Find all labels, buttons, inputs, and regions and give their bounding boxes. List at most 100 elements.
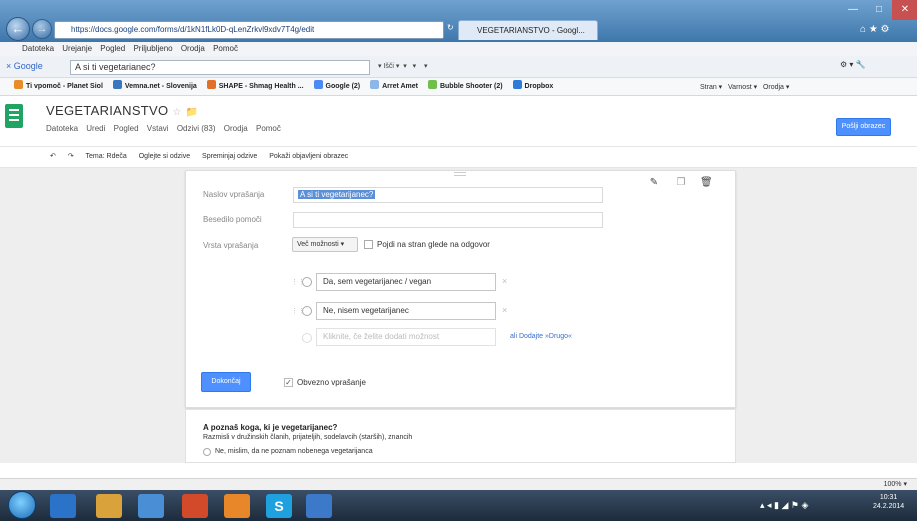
clock-time: 10:31	[879, 494, 898, 501]
google-toolbar: × Google A si ti vegetarianec? ▾ Išči ▾ …	[0, 56, 917, 78]
favorite-link[interactable]: Dropbox	[512, 80, 553, 90]
tools-menu[interactable]: Orodja	[763, 84, 784, 91]
skype-icon[interactable]: S	[266, 494, 292, 518]
status-bar: 100% ▾	[0, 478, 917, 490]
favorite-link[interactable]: Vemna.net - Slovenija	[112, 80, 197, 90]
next-question-title: A poznaš koga, ki je vegetarijanec?	[203, 423, 338, 432]
site-icon	[370, 80, 380, 89]
media-player-icon[interactable]	[138, 494, 164, 518]
star-icon[interactable]: ☆	[172, 107, 181, 118]
remove-option-icon[interactable]: ×	[502, 305, 507, 315]
send-form-button[interactable]: Pošlji obrazec	[836, 118, 891, 136]
home-icon[interactable]: ⌂ ★ ⚙	[860, 24, 890, 35]
add-option-input[interactable]: Kliknite, če želite dodati možnost	[316, 328, 496, 346]
folder-icon[interactable]: 📁	[186, 107, 199, 118]
google-logo: × Google	[6, 61, 43, 71]
site-icon	[206, 80, 216, 89]
powerpoint-icon[interactable]	[182, 494, 208, 518]
maximize-icon[interactable]: □	[866, 0, 892, 20]
internet-explorer-icon[interactable]	[50, 494, 76, 518]
pencil-icon[interactable]: ✎	[648, 177, 660, 189]
question-type-label: Vrsta vprašanja	[203, 241, 259, 250]
required-checkbox[interactable]: ✓	[284, 378, 293, 387]
next-question-option: Ne, mislim, da ne poznam nobenega vegeta…	[215, 448, 373, 455]
copy-icon[interactable]: ❐	[675, 177, 687, 189]
trash-icon[interactable]: 🗑	[700, 177, 713, 189]
refresh-icon[interactable]: ↻	[447, 23, 454, 32]
question-title-input[interactable]: A si ti vegetarijanec?	[293, 187, 603, 203]
docs-menu-tools[interactable]: Orodja	[224, 124, 248, 133]
docs-menu-edit[interactable]: Uredi	[86, 124, 105, 133]
option-radio	[302, 333, 312, 343]
star-icon	[14, 80, 23, 89]
dropbox-icon	[512, 80, 522, 89]
theme-button[interactable]: Tema: Rdeča	[86, 153, 127, 160]
favorite-link[interactable]: Bubble Shooter (2)	[427, 80, 503, 90]
undo-icon[interactable]: ↶	[50, 153, 56, 160]
safety-menu[interactable]: Varnost	[728, 84, 752, 91]
menu-item-tools[interactable]: Orodja	[181, 44, 205, 53]
docs-menu-file[interactable]: Datoteka	[46, 124, 78, 133]
browser-menu-bar: Datoteka Urejanje Pogled Priljubljeno Or…	[0, 42, 917, 56]
question-title-label: Naslov vprašanja	[203, 190, 265, 199]
page-navigation-checkbox[interactable]	[364, 240, 373, 249]
document-title-text: VEGETARIANSTVO	[46, 103, 169, 118]
toolbar-settings-icon[interactable]: ⚙ ▾ 🔧	[840, 60, 866, 69]
command-bar: Stran ▾ Varnost ▾ Orodja ▾	[700, 84, 790, 91]
page-menu[interactable]: Stran	[700, 84, 717, 91]
menu-item-favorites[interactable]: Priljubljeno	[133, 44, 172, 53]
docs-menu-view[interactable]: Pogled	[114, 124, 139, 133]
page-navigation-label: Pojdi na stran glede na odgovor	[377, 240, 490, 249]
google-icon	[313, 80, 323, 89]
redo-icon[interactable]: ↷	[68, 153, 74, 160]
menu-item-file[interactable]: Datoteka	[22, 44, 54, 53]
menu-item-view[interactable]: Pogled	[100, 44, 125, 53]
docs-menu-responses[interactable]: Odzivi (83)	[177, 124, 216, 133]
docs-menu-insert[interactable]: Vstavi	[147, 124, 169, 133]
minimize-icon[interactable]: —	[840, 0, 866, 20]
firefox-icon[interactable]	[224, 494, 250, 518]
start-button[interactable]	[8, 491, 36, 519]
favorite-link[interactable]: Ti vpomoč - Planet Siol	[14, 80, 103, 90]
view-responses-button[interactable]: Oglejte si odzive	[139, 153, 190, 160]
drag-handle-icon[interactable]	[454, 172, 466, 176]
option-input[interactable]: Ne, nisem vegetarijanec	[316, 302, 496, 320]
google-toolbar-buttons[interactable]: ▾ Išči ▾ ▾ ▾ ▾	[378, 62, 578, 72]
taskbar-clock[interactable]: 10:31 24.2.2014	[873, 493, 904, 511]
help-text-input[interactable]	[293, 212, 603, 228]
remove-option-icon[interactable]: ×	[502, 276, 507, 286]
question-title-value: A si ti vegetarijanec?	[298, 190, 376, 199]
menu-item-edit[interactable]: Urejanje	[62, 44, 92, 53]
required-label: Obvezno vprašanje	[297, 378, 366, 387]
file-explorer-icon[interactable]	[96, 494, 122, 518]
zoom-level[interactable]: 100%	[884, 481, 902, 488]
close-icon[interactable]: ✕	[892, 0, 917, 20]
word-icon[interactable]	[306, 494, 332, 518]
add-other-link[interactable]: ali Dodajte »Drugo«	[510, 333, 572, 340]
help-text-label: Besedilo pomoči	[203, 215, 262, 224]
view-live-form-button[interactable]: Pokaži objavljeni obrazec	[269, 153, 348, 160]
option-radio	[302, 277, 312, 287]
docs-menu-bar: Datoteka Uredi Pogled Vstavi Odzivi (83)…	[46, 124, 287, 133]
system-tray-icons[interactable]: ▴ ◂ ▮ ◢ ⚑ ◈	[760, 500, 808, 511]
back-icon[interactable]: ←	[6, 17, 30, 41]
forward-icon[interactable]: →	[32, 19, 52, 39]
google-search-input[interactable]: A si ti vegetarianec?	[70, 60, 370, 75]
favorite-link[interactable]: Google (2)	[313, 80, 360, 90]
forms-toolbar: ↶ ↷ Tema: Rdeča Oglejte si odzive Spremi…	[0, 146, 917, 168]
question-type-select[interactable]: Več možnosti ▾	[292, 237, 358, 252]
browser-tab[interactable]: VEGETARIANSTVO - Googl...	[458, 20, 598, 40]
game-icon	[427, 80, 437, 89]
favorite-link[interactable]: SHAPE - Shmag Health ...	[206, 80, 304, 90]
done-button[interactable]: Dokončaj	[201, 372, 251, 392]
option-input[interactable]: Da, sem vegetarijanec / vegan	[316, 273, 496, 291]
menu-item-help[interactable]: Pomoč	[213, 44, 238, 53]
document-title[interactable]: VEGETARIANSTVO ☆ 📁	[46, 103, 198, 118]
edit-responses-button[interactable]: Spreminjaj odzive	[202, 153, 257, 160]
docs-menu-help[interactable]: Pomoč	[256, 124, 281, 133]
address-bar[interactable]: https://docs.google.com/forms/d/1kN1fLk0…	[54, 21, 444, 39]
option-radio[interactable]	[203, 448, 211, 456]
favorite-link[interactable]: Arret Amet	[370, 80, 418, 90]
forms-icon[interactable]	[5, 104, 23, 128]
site-icon	[112, 80, 122, 89]
